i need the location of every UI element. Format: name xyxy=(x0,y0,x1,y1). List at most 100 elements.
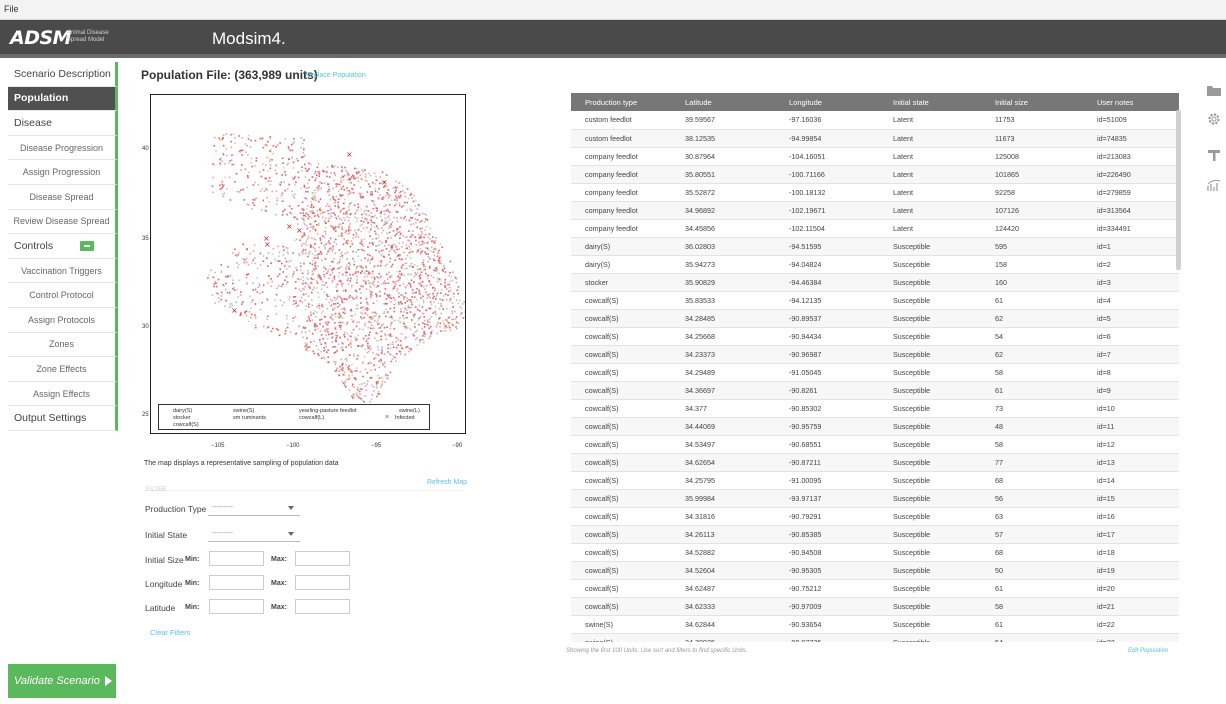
edit-population-link[interactable]: Edit Population xyxy=(1128,648,1168,654)
controls-toggle[interactable] xyxy=(80,241,94,252)
map-point xyxy=(339,326,341,329)
map-point xyxy=(332,248,334,251)
map-point xyxy=(332,196,335,199)
table-row[interactable]: cowcalf(S) 34.25668 -90.94434 Susceptible 54… xyxy=(571,327,1179,346)
sidebar-item-scenario-description[interactable]: Scenario Description xyxy=(8,62,118,87)
table-row[interactable]: company feedlot 34.45856 -102.11504 Latent 1… xyxy=(571,219,1179,238)
latitude-min-label: Min: xyxy=(185,604,200,611)
table-row[interactable]: cowcalf(S) 34.25795 -91.00095 Susceptible 68… xyxy=(571,471,1179,490)
refresh-map-link[interactable]: Refresh Map xyxy=(427,479,467,486)
table-row[interactable]: cowcalf(S) 35.99984 -93.97137 Susceptible 56… xyxy=(571,489,1179,508)
chart-icon[interactable] xyxy=(1207,178,1221,192)
production-type-select[interactable]: --------- xyxy=(208,501,300,516)
longitude-min-input[interactable] xyxy=(209,575,264,590)
latitude-min-input[interactable] xyxy=(209,599,264,614)
folder-icon[interactable] xyxy=(1207,84,1221,96)
map-point xyxy=(433,290,436,292)
sidebar-item-output-settings[interactable]: Output Settings xyxy=(8,406,118,431)
map-point xyxy=(366,260,369,262)
table-row[interactable]: company feedlot 34.96892 -102.19671 Latent 1… xyxy=(571,201,1179,220)
play-icon xyxy=(104,676,112,686)
table-row[interactable]: company feedlot 35.52872 -100.18132 Latent 9… xyxy=(571,183,1179,202)
map-point xyxy=(360,388,363,390)
table-row[interactable]: cowcalf(S) 34.28485 -90.89537 Susceptible 62… xyxy=(571,309,1179,328)
table-row[interactable]: cowcalf(S) 34.52604 -90.95305 Susceptible 50… xyxy=(571,561,1179,580)
column-header[interactable]: Production type xyxy=(571,93,671,111)
sidebar-item-review-disease-spread[interactable]: Review Disease Spread xyxy=(8,209,118,235)
table-row[interactable]: cowcalf(S) 34.53497 -90.68551 Susceptible 58… xyxy=(571,435,1179,454)
table-row[interactable]: dairy(S) 36.02803 -94.51595 Susceptible 595 i… xyxy=(571,237,1179,256)
map-point xyxy=(324,348,326,351)
table-scrollbar[interactable] xyxy=(1176,110,1181,270)
sidebar-item-assign-effects[interactable]: Assign Effects xyxy=(8,381,118,407)
table-row[interactable]: cowcalf(S) 34.23373 -90.96987 Susceptible 62… xyxy=(571,345,1179,364)
table-row[interactable]: dairy(S) 35.94273 -94.04824 Susceptible 158 i… xyxy=(571,255,1179,274)
table-row[interactable]: cowcalf(S) 34.36697 -90.8261 Susceptible 61 i… xyxy=(571,381,1179,400)
map-point xyxy=(251,208,253,210)
table-row[interactable]: cowcalf(S) 34.377 -90.85302 Susceptible 73 id… xyxy=(571,399,1179,418)
map-point xyxy=(380,249,383,252)
sidebar-item-population[interactable]: Population xyxy=(8,86,118,112)
table-row[interactable]: company feedlot 30.87964 -104.16051 Latent 1… xyxy=(571,147,1179,166)
map-point xyxy=(245,314,248,317)
table-row[interactable]: cowcalf(S) 34.62487 -90.75212 Susceptible 61… xyxy=(571,579,1179,598)
latitude-max-input[interactable] xyxy=(295,599,350,614)
table-row[interactable]: cowcalf(S) 34.62333 -90.97009 Susceptible 58… xyxy=(571,597,1179,616)
map-point xyxy=(361,243,363,245)
map-point xyxy=(348,228,350,231)
sidebar-item-disease-spread[interactable]: Disease Spread xyxy=(8,184,118,210)
map-point xyxy=(448,283,450,286)
table-row[interactable]: swine(S) 34.62844 -90.93654 Susceptible 61 id… xyxy=(571,615,1179,634)
sidebar-item-zone-effects[interactable]: Zone Effects xyxy=(8,357,118,382)
filter-divider xyxy=(144,490,464,491)
initial-state-select[interactable]: --------- xyxy=(208,527,300,542)
sidebar-item-assign-progression[interactable]: Assign Progression xyxy=(8,160,118,185)
map-point xyxy=(293,196,296,199)
map-point xyxy=(381,220,384,223)
table-row[interactable]: cowcalf(S) 34.62654 -90.87211 Susceptible 77… xyxy=(571,453,1179,472)
table-row[interactable]: cowcalf(S) 34.44069 -90.95759 Susceptible 48… xyxy=(571,417,1179,436)
sidebar-item-disease-progression[interactable]: Disease Progression xyxy=(8,135,118,161)
table-row[interactable]: stocker 35.90829 -94.46384 Susceptible 160 id… xyxy=(571,273,1179,292)
sidebar-item-assign-protocols[interactable]: Assign Protocols xyxy=(8,307,118,333)
map-point xyxy=(227,162,230,164)
column-header[interactable]: Latitude xyxy=(671,93,775,111)
longitude-max-input[interactable] xyxy=(295,575,350,590)
file-menu[interactable]: File xyxy=(4,4,19,14)
column-header[interactable]: Longitude xyxy=(775,93,879,111)
table-row[interactable]: cowcalf(S) 34.26113 -90.85385 Susceptible 57… xyxy=(571,525,1179,544)
sidebar-item-control-protocol[interactable]: Control Protocol xyxy=(8,283,118,308)
map-point xyxy=(301,244,303,247)
table-cell: cowcalf(S) xyxy=(571,579,671,598)
table-row[interactable]: cowcalf(S) 34.31816 -90.79291 Susceptible 63… xyxy=(571,507,1179,526)
validate-scenario-button[interactable]: Validate Scenario xyxy=(8,664,116,698)
table-row[interactable]: company feedlot 35.80551 -100.71166 Latent 1… xyxy=(571,165,1179,184)
column-header[interactable]: Initial state xyxy=(879,93,981,111)
table-row[interactable]: cowcalf(S) 34.29489 -91.05045 Susceptible 58… xyxy=(571,363,1179,382)
table-row[interactable]: custom feedlot 39.59567 -97.16036 Latent 117… xyxy=(571,111,1179,130)
map-point xyxy=(323,219,326,222)
table-row[interactable]: custom feedlot 38.12535 -94.99854 Latent 116… xyxy=(571,129,1179,148)
column-header[interactable]: User notes xyxy=(1083,93,1179,111)
map-point xyxy=(275,172,278,175)
table-row[interactable]: cowcalf(S) 35.83533 -94.12135 Susceptible 61… xyxy=(571,291,1179,310)
sidebar-item-zones[interactable]: Zones xyxy=(8,332,118,358)
hammer-icon[interactable] xyxy=(1207,149,1221,161)
sidebar-item-disease[interactable]: Disease xyxy=(8,111,118,136)
sidebar-item-vaccination-triggers[interactable]: Vaccination Triggers xyxy=(8,258,118,284)
gear-icon[interactable] xyxy=(1207,112,1221,126)
table-row[interactable]: cowcalf(S) 34.52882 -90.94508 Susceptible 68… xyxy=(571,543,1179,562)
clear-filters-link[interactable]: Clear Filters xyxy=(150,628,190,637)
table-cell: 36.02803 xyxy=(671,237,775,256)
replace-population-link[interactable]: Replace Population xyxy=(305,72,366,79)
initial-size-min-input[interactable] xyxy=(209,551,264,566)
table-row[interactable]: swine(S) 34.70935 -90.97735 Susceptible 54 id… xyxy=(571,633,1179,642)
map-point xyxy=(396,211,399,214)
map-point xyxy=(393,249,396,251)
sidebar-item-controls[interactable]: Controls xyxy=(8,234,118,259)
initial-size-max-input[interactable] xyxy=(295,551,350,566)
map-point xyxy=(336,290,338,292)
map-point xyxy=(365,307,368,310)
map-point xyxy=(422,240,424,243)
column-header[interactable]: Initial size xyxy=(981,93,1083,111)
